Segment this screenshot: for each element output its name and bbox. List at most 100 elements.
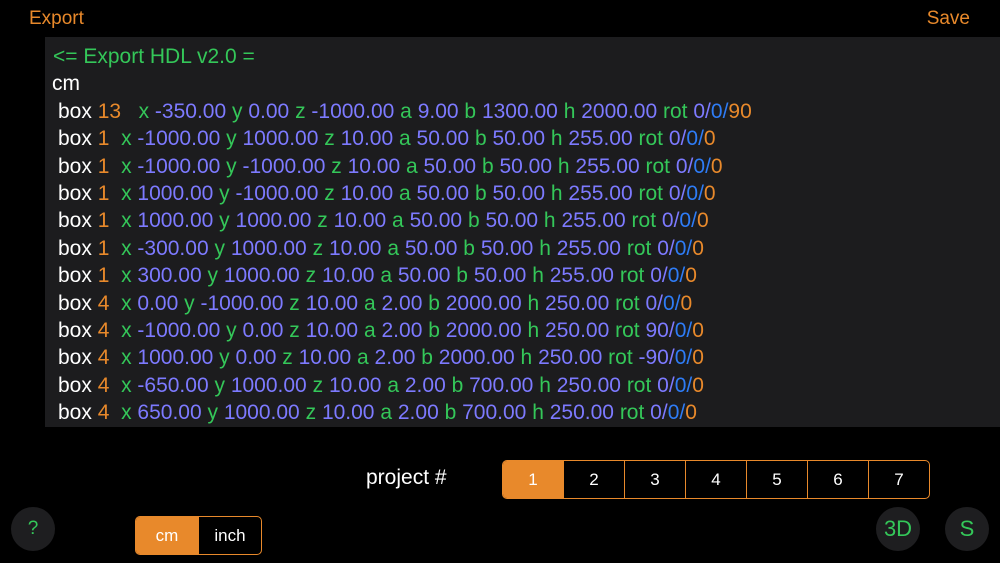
- code-line: box 1 x -1000.00 y -1000.00 z 10.00 a 50…: [58, 154, 723, 178]
- rot-z: 0: [680, 291, 693, 315]
- project-selector[interactable]: 1234567: [502, 460, 930, 499]
- code-line: box 4 x -650.00 y 1000.00 z 10.00 a 2.00…: [58, 373, 704, 397]
- rot-y: 0: [663, 291, 675, 315]
- unit-selector[interactable]: cm inch: [135, 516, 262, 555]
- save-button[interactable]: Save: [927, 8, 970, 30]
- project-option-6[interactable]: 6: [807, 461, 868, 498]
- unit-option-inch[interactable]: inch: [198, 517, 261, 554]
- label-h: h: [527, 291, 540, 315]
- line-keyword: box: [58, 373, 92, 397]
- label-rot: rot: [645, 154, 670, 178]
- project-label: project #: [366, 466, 447, 489]
- label-z: z: [312, 373, 324, 397]
- label-z: z: [312, 236, 324, 260]
- s-button[interactable]: S: [945, 507, 989, 551]
- export-button[interactable]: Export: [29, 8, 84, 30]
- rot-x: 0: [668, 181, 681, 205]
- label-x: x: [138, 99, 150, 123]
- value-z: 10.00: [321, 401, 375, 425]
- rot-z: 0: [692, 346, 704, 370]
- line-keyword: box: [58, 401, 92, 425]
- line-count: 1: [97, 236, 110, 260]
- value-y: 0.00: [235, 346, 277, 370]
- value-b: 700.00: [462, 401, 527, 425]
- rot-x: 0: [693, 99, 706, 123]
- code-line: box 1 x 300.00 y 1000.00 z 10.00 a 50.00…: [58, 264, 697, 288]
- value-x: 650.00: [137, 401, 202, 425]
- value-x: 1000.00: [137, 181, 214, 205]
- label-b: b: [444, 401, 457, 425]
- value-z: 10.00: [305, 291, 359, 315]
- code-line: box 1 x 1000.00 y 1000.00 z 10.00 a 50.0…: [58, 209, 709, 233]
- value-h: 250.00: [556, 373, 621, 397]
- label-a: a: [406, 154, 418, 178]
- rot-y: 0: [674, 318, 687, 342]
- line-keyword: box: [58, 318, 92, 342]
- project-option-1[interactable]: 1: [503, 461, 563, 498]
- value-h: 255.00: [549, 264, 614, 288]
- rot-x: 0: [645, 291, 658, 315]
- value-y: 1000.00: [230, 373, 307, 397]
- value-a: 2.00: [404, 373, 446, 397]
- code-line: box 13 x -350.00 y 0.00 z -1000.00 a 9.0…: [58, 99, 752, 123]
- code-line: box 1 x 1000.00 y -1000.00 z 10.00 a 50.…: [58, 181, 716, 205]
- line-count: 1: [97, 264, 110, 288]
- project-option-7[interactable]: 7: [868, 461, 929, 498]
- label-h: h: [532, 401, 544, 425]
- value-b: 50.00: [492, 181, 546, 205]
- label-y: y: [214, 236, 225, 260]
- label-h: h: [539, 236, 551, 260]
- help-button[interactable]: ?: [11, 507, 55, 551]
- value-x: -350.00: [154, 99, 227, 123]
- value-h: 255.00: [568, 181, 633, 205]
- view-3d-button[interactable]: 3D: [876, 507, 920, 551]
- project-option-5[interactable]: 5: [746, 461, 807, 498]
- value-y: 1000.00: [223, 264, 300, 288]
- label-x: x: [121, 264, 132, 288]
- value-h: 255.00: [575, 154, 640, 178]
- label-h: h: [543, 209, 556, 233]
- value-h: 250.00: [545, 318, 610, 342]
- label-b: b: [428, 291, 440, 315]
- value-x: -1000.00: [137, 154, 221, 178]
- label-y: y: [219, 209, 230, 233]
- value-y: 1000.00: [235, 209, 312, 233]
- value-b: 2000.00: [445, 291, 522, 315]
- rot-x: -90: [638, 346, 669, 370]
- value-z: 10.00: [347, 154, 401, 178]
- line-keyword: box: [58, 127, 92, 151]
- value-x: -650.00: [137, 373, 209, 397]
- value-y: 1000.00: [223, 401, 300, 425]
- label-x: x: [121, 154, 132, 178]
- value-a: 50.00: [416, 181, 470, 205]
- label-b: b: [474, 181, 487, 205]
- rot-y: 0: [686, 127, 699, 151]
- label-rot: rot: [626, 236, 652, 260]
- line-count: 4: [97, 346, 110, 370]
- label-rot: rot: [626, 373, 652, 397]
- value-x: -1000.00: [137, 127, 221, 151]
- label-a: a: [399, 181, 411, 205]
- line-count: 4: [97, 401, 110, 425]
- label-h: h: [520, 346, 533, 370]
- project-option-2[interactable]: 2: [563, 461, 624, 498]
- value-y: 1000.00: [230, 236, 307, 260]
- rot-y: 0: [686, 181, 699, 205]
- line-count: 4: [97, 291, 110, 315]
- project-option-3[interactable]: 3: [624, 461, 685, 498]
- label-y: y: [232, 99, 243, 123]
- rot-y: 0: [674, 236, 687, 260]
- hdl-code-panel[interactable]: <= Export HDL v2.0 = cm box 13 x -350.00…: [45, 37, 1000, 427]
- unit-option-cm[interactable]: cm: [136, 517, 198, 554]
- label-a: a: [387, 373, 400, 397]
- label-y: y: [226, 154, 237, 178]
- label-a: a: [363, 318, 376, 342]
- value-b: 1300.00: [481, 99, 558, 123]
- value-x: -1000.00: [137, 318, 221, 342]
- label-a: a: [392, 209, 404, 233]
- label-x: x: [121, 209, 132, 233]
- label-x: x: [121, 346, 132, 370]
- rot-z: 0: [692, 373, 704, 397]
- project-option-4[interactable]: 4: [685, 461, 746, 498]
- value-z: 10.00: [305, 318, 359, 342]
